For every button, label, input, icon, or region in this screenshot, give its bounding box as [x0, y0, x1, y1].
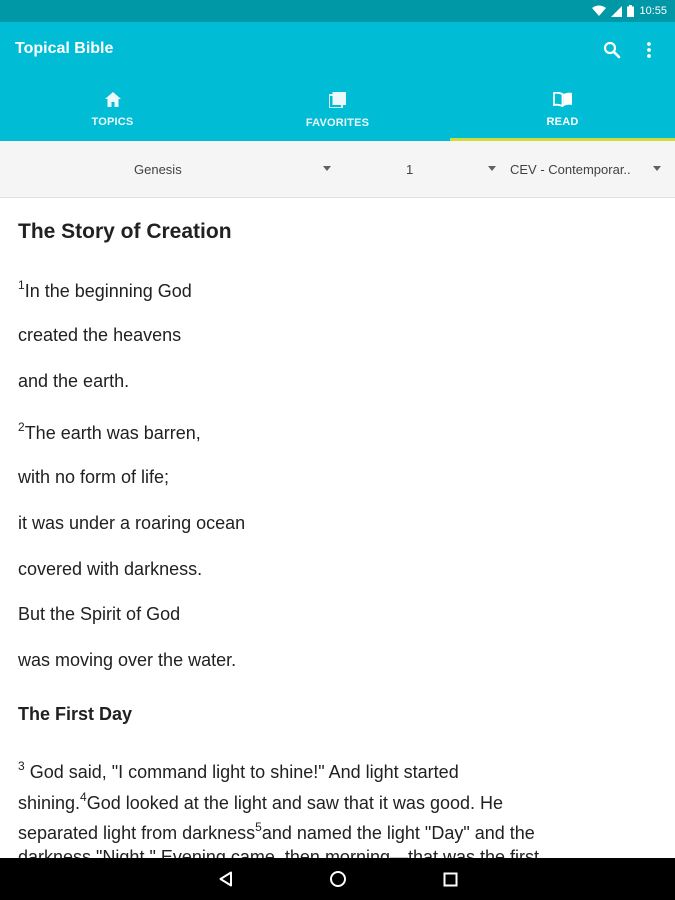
verse-text: and named the light "Day" and the: [261, 823, 535, 843]
verse-text: covered with darkness.: [18, 559, 203, 579]
verse-text: it was under a roaring ocean: [18, 513, 246, 533]
verse-line: was moving over the water.: [18, 650, 236, 671]
verse-text: was moving over the water.: [18, 650, 237, 670]
verse-text: darkness "Night." Evening came, then mor…: [18, 847, 540, 858]
chapter-selector-value: 1: [406, 161, 414, 177]
verse-text: with no form of life;: [18, 467, 170, 487]
tab-favorites[interactable]: FAVORITES: [225, 88, 450, 141]
reading-pane[interactable]: The Story of Creation 1In the beginning …: [0, 198, 675, 858]
verse-text: God said, "I command light to shine!" An…: [24, 762, 459, 782]
paragraph-line: shining.4God looked at the light and saw…: [18, 790, 503, 814]
tab-read[interactable]: READ: [450, 88, 675, 141]
app-title: Topical Bible: [15, 40, 114, 57]
translation-dropdown-icon: [653, 166, 661, 171]
app-bar: Topical Bible TOPICS FAVORITES READ: [0, 22, 675, 141]
section-heading: The First Day: [18, 704, 133, 724]
book-selector-value: Genesis: [134, 161, 182, 177]
verse-line: 2The earth was barren,: [18, 420, 201, 444]
system-nav-bar: [0, 858, 675, 900]
verse-text: shining.: [18, 793, 81, 813]
status-time: 10:55: [639, 5, 667, 17]
verse-text: But the Spirit of God: [18, 604, 181, 624]
tab-favorites-label: FAVORITES: [305, 117, 370, 129]
verse-line: But the Spirit of God: [18, 604, 180, 625]
verse-text: God looked at the light and saw that it …: [86, 793, 503, 813]
chapter-selector[interactable]: 1: [340, 141, 502, 197]
translation-selector[interactable]: CEV - Contemporar..: [502, 141, 675, 197]
back-icon[interactable]: [215, 868, 237, 890]
verse-number: 2: [18, 420, 25, 434]
book-selector[interactable]: Genesis: [0, 141, 340, 197]
home-nav-icon[interactable]: [327, 868, 349, 890]
book-dropdown-icon: [323, 166, 331, 171]
chapter-title: The Story of Creation: [18, 220, 232, 243]
verse-line: it was under a roaring ocean: [18, 513, 245, 534]
verse-text: created the heavens: [18, 325, 182, 345]
search-icon[interactable]: [598, 36, 626, 64]
wifi-icon: [592, 5, 607, 17]
paragraph-line: separated light from darkness5and named …: [18, 820, 535, 844]
verse-text: The earth was barren,: [24, 423, 201, 443]
signal-icon: [611, 5, 623, 17]
paragraph-line: darkness "Night." Evening came, then mor…: [18, 847, 539, 858]
recents-icon[interactable]: [439, 868, 461, 890]
toolbar: Topical Bible: [0, 22, 675, 78]
tab-read-label: READ: [546, 116, 579, 128]
book-icon: [552, 91, 573, 112]
verse-number: 5: [255, 820, 262, 834]
verse-text: separated light from darkness: [18, 823, 256, 843]
translation-selector-value: CEV - Contemporar..: [510, 161, 631, 177]
favorites-icon: [328, 92, 346, 113]
verse-number: 1: [18, 278, 25, 292]
battery-icon: [627, 5, 635, 17]
tab-topics-label: TOPICS: [91, 116, 134, 128]
verse-line: covered with darkness.: [18, 559, 202, 580]
home-icon: [104, 92, 121, 112]
selector-row: Genesis 1 CEV - Contemporar..: [0, 141, 675, 198]
verse-number: 4: [80, 790, 87, 804]
chapter-dropdown-icon: [488, 166, 496, 171]
tab-topics[interactable]: TOPICS: [0, 88, 225, 141]
verse-line: with no form of life;: [18, 467, 169, 488]
overflow-menu-icon[interactable]: [635, 36, 663, 64]
verse-line: and the earth.: [18, 371, 129, 392]
paragraph-line: 3 God said, "I command light to shine!" …: [18, 759, 459, 783]
verse-text: and the earth.: [18, 371, 130, 391]
verse-text: In the beginning God: [24, 281, 192, 301]
verse-number: 3: [18, 759, 25, 773]
verse-line: 1In the beginning God: [18, 278, 192, 302]
tab-bar: TOPICS FAVORITES READ: [0, 88, 675, 141]
verse-line: created the heavens: [18, 325, 181, 346]
status-bar: 10:55: [0, 0, 675, 22]
